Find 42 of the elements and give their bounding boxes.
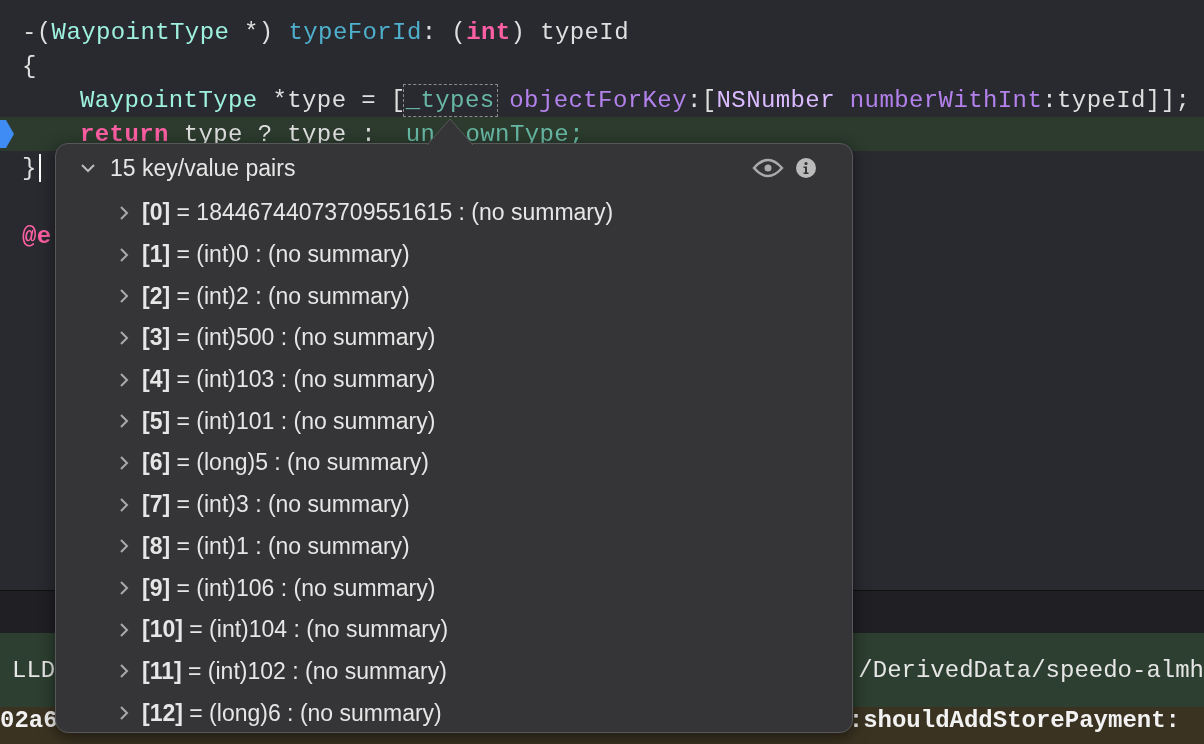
popover-title: 15 key/value pairs [110,154,297,182]
code-token: WaypointType [51,18,230,46]
code-token: :[ [686,86,717,114]
key-value-pair: [0] = 18446744073709551615 : (no summary) [142,199,614,227]
code-token: : ( [421,18,467,46]
key-value-pair: [7] = (int)3 : (no summary) [142,491,410,519]
code-token: NSNumber [716,86,836,114]
key-value-pair: [4] = (int)103 : (no summary) [142,366,436,394]
code-token: numberWithInt [849,86,1043,114]
key-value-pair: [12] = (long)6 : (no summary) [142,699,442,727]
code-token: ) typeId [510,18,629,46]
code-token: @e [22,222,52,250]
code-token: -( [22,18,52,46]
derived-data-path: /DerivedData/speedo-almh [858,656,1204,684]
eye-icon[interactable] [752,158,784,178]
key-value-pair: [9] = (int)106 : (no summary) [142,574,436,602]
code-token: return [80,120,169,148]
code-token: _types [405,86,495,114]
key-value-pair: [10] = (int)104 : (no summary) [142,616,449,644]
info-icon[interactable] [796,158,816,178]
console-output: :shouldAddStorePayment: [848,709,1180,736]
console-output: 02a6 [0,709,58,736]
key-value-pair: [6] = (long)5 : (no summary) [142,449,429,477]
key-value-pair: [5] = (int)101 : (no summary) [142,407,436,435]
key-value-pair: [1] = (int)0 : (no summary) [142,241,410,269]
key-value-pair: [11] = (int)102 : (no summary) [142,657,447,685]
code-token: *) [243,18,275,46]
code-token: { [22,52,37,80]
key-value-pair: [3] = (int)500 : (no summary) [142,324,436,352]
code-token: objectForKey [508,86,687,114]
key-value-pair: [2] = (int)2 : (no summary) [142,282,410,310]
code-token: *type = [ [271,86,406,114]
code-token: un [405,120,436,148]
code-token: ownType; [465,120,584,148]
key-value-pair: [8] = (int)1 : (no summary) [142,532,410,560]
code-token: } [22,154,37,182]
code-token: WaypointType [80,86,258,114]
breakpoint-icon[interactable] [0,120,14,148]
code-token: typeForId [288,18,422,46]
code-token: int [466,18,511,46]
code-token: :typeId]]; [1042,86,1191,114]
debugger-label: LLD [12,656,56,684]
